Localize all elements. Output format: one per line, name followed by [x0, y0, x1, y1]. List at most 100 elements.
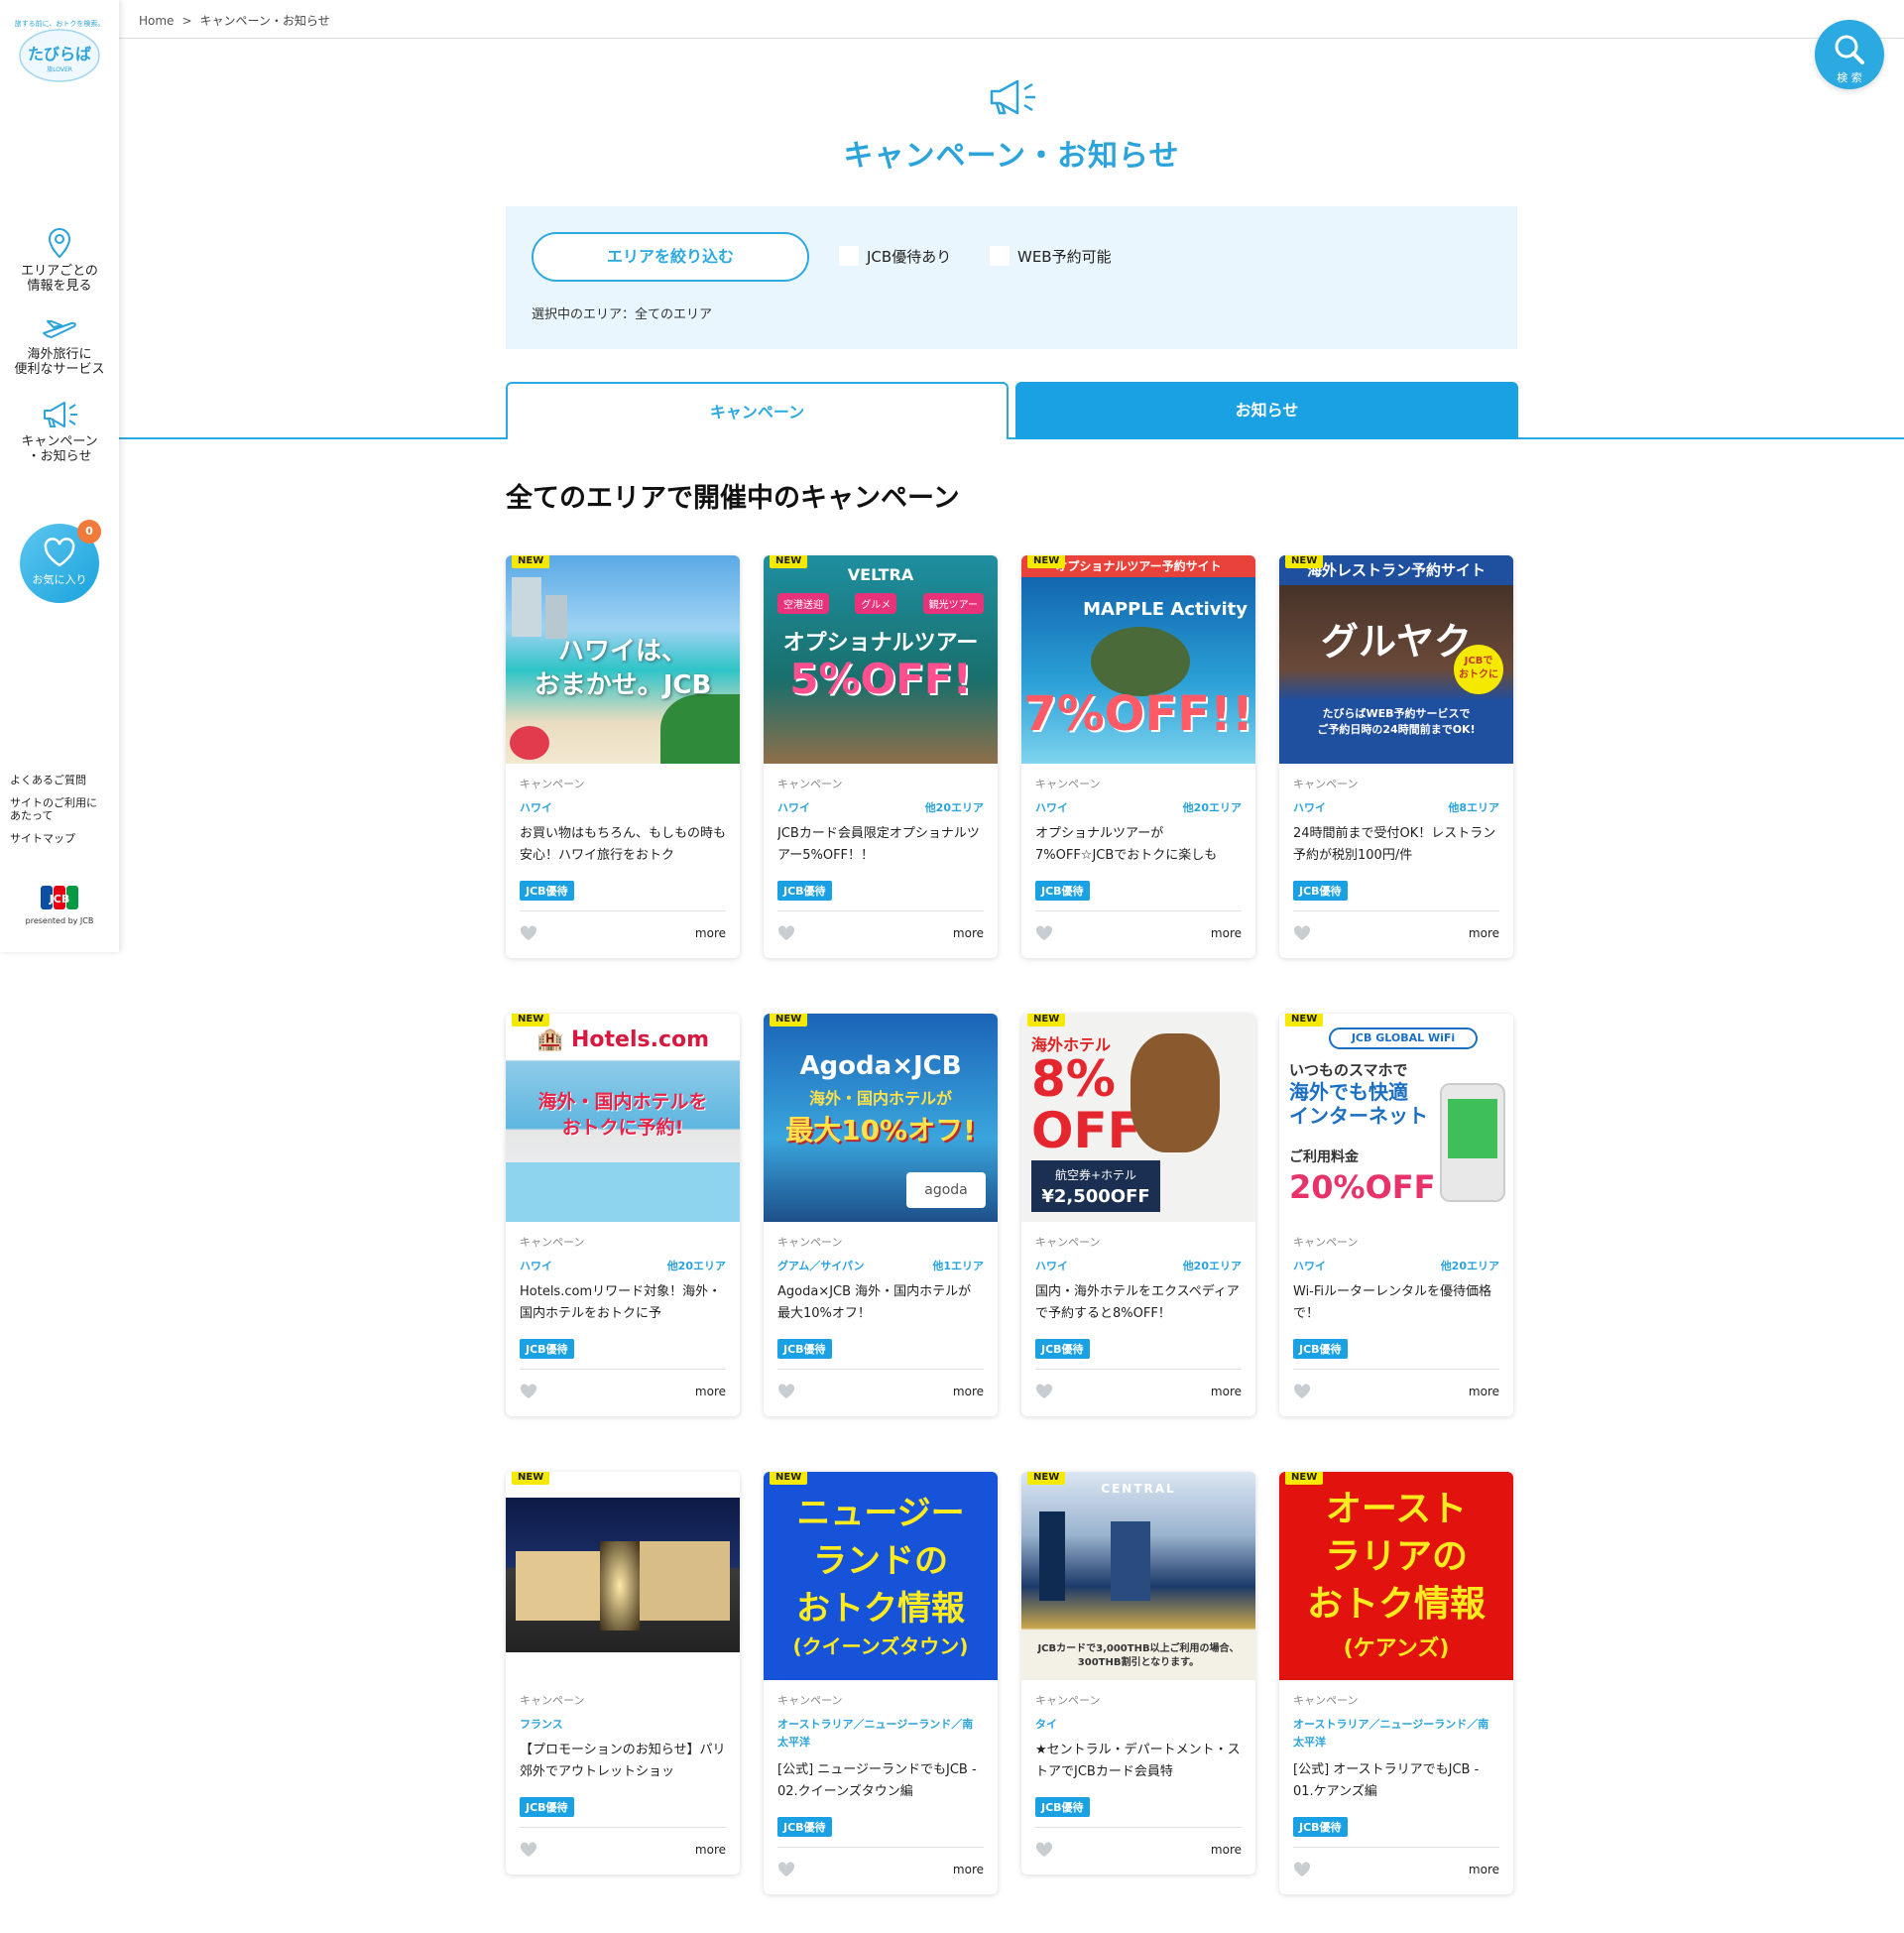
- more-link[interactable]: more: [695, 926, 726, 940]
- card-area[interactable]: タイ: [1035, 1716, 1057, 1732]
- card-description[interactable]: [公式] ニュージーランドでもJCB - 02.クイーンズタウン編: [777, 1759, 984, 1803]
- campaign-thumbnail[interactable]: 海外ホテル 8% OFF 航空券+ホテル ¥2,500OFF NEW: [1021, 1014, 1255, 1222]
- card-category: キャンペーン: [1293, 1236, 1359, 1249]
- more-link[interactable]: more: [1211, 1843, 1242, 1857]
- faq-link[interactable]: よくあるご質問: [10, 774, 109, 786]
- more-link[interactable]: more: [1469, 1863, 1499, 1876]
- card-area[interactable]: ハワイ: [1293, 799, 1326, 815]
- more-link[interactable]: more: [953, 926, 984, 940]
- favorite-heart-button[interactable]: [1035, 1842, 1053, 1862]
- campaign-thumbnail[interactable]: Agoda×JCB 海外・国内ホテルが 最大10%オフ! agoda NEW: [764, 1014, 998, 1222]
- favorite-heart-button[interactable]: [1293, 1862, 1311, 1881]
- more-link[interactable]: more: [953, 1385, 984, 1398]
- campaign-card[interactable]: 海外ホテル 8% OFF 航空券+ホテル ¥2,500OFF NEW キャンペーン ハワイ 他2…: [1021, 1014, 1255, 1416]
- campaign-thumbnail[interactable]: ニュージー ランドの おトク情報 (クイーンズタウン) NEW: [764, 1472, 998, 1680]
- heart-icon: [777, 1862, 795, 1876]
- favorite-heart-button[interactable]: [1035, 1384, 1053, 1403]
- campaign-card[interactable]: ハワイは、 おまかせ。JCB NEW キャンペーン ハワイ お買い物はもちろん、もしもの時…: [506, 555, 740, 958]
- more-link[interactable]: more: [953, 1863, 984, 1876]
- web-reservation-checkbox[interactable]: WEB予約可能: [990, 246, 1112, 267]
- campaign-thumbnail[interactable]: VELTRA 空港送迎 グルメ 観光ツアー オプショナルツアー 5%OFF! NEW: [764, 555, 998, 764]
- search-button[interactable]: 検 索: [1815, 20, 1884, 89]
- card-other-areas[interactable]: 他20エリア: [1441, 1258, 1499, 1273]
- campaign-thumbnail[interactable]: オプショナルツアー予約サイト MAPPLE Activity 7%OFF!! NEW: [1021, 555, 1255, 764]
- campaign-thumbnail[interactable]: ハワイは、 おまかせ。JCB NEW: [506, 555, 740, 764]
- card-area[interactable]: フランス: [520, 1716, 563, 1732]
- tab-news[interactable]: お知らせ: [1015, 382, 1518, 439]
- favorite-heart-button[interactable]: [520, 1384, 537, 1403]
- campaign-thumbnail[interactable]: 海外レストラン予約サイト グルヤク JCBで おトクに たびらばWEB予約サービスで ご予…: [1279, 555, 1513, 764]
- favorites-button[interactable]: お気に入り 0: [20, 520, 101, 603]
- campaign-thumbnail[interactable]: NEW: [506, 1472, 740, 1680]
- site-logo[interactable]: 旅する前に、おトクを検索。 たびらば 旅LOVER: [14, 14, 105, 85]
- card-other-areas[interactable]: 他20エリア: [667, 1258, 726, 1273]
- tab-campaign[interactable]: キャンペーン: [506, 382, 1009, 439]
- campaign-card[interactable]: 🏨 Hotels.com 海外・国内ホテルを おトクに予約! NEW キャンペーン ハワイ…: [506, 1014, 740, 1416]
- favorite-heart-button[interactable]: [1293, 925, 1311, 945]
- campaign-card[interactable]: Agoda×JCB 海外・国内ホテルが 最大10%オフ! agoda NEW キャンペーン…: [764, 1014, 998, 1416]
- jcb-benefit-checkbox[interactable]: JCB優待あり: [839, 246, 951, 267]
- campaign-card[interactable]: VELTRA 空港送迎 グルメ 観光ツアー オプショナルツアー 5%OFF! NEW キャンペ…: [764, 555, 998, 958]
- checkbox-box[interactable]: [990, 246, 1010, 266]
- card-other-areas[interactable]: 他20エリア: [1183, 1258, 1242, 1273]
- card-other-areas[interactable]: 他1エリア: [932, 1258, 984, 1273]
- checkbox-box[interactable]: [839, 246, 859, 266]
- new-badge: NEW: [1027, 555, 1066, 568]
- campaign-thumbnail[interactable]: JCB GLOBAL WiFi いつものスマホで 海外でも快適 インターネット ご利用料…: [1279, 1014, 1513, 1222]
- card-area[interactable]: ハワイ: [1035, 1258, 1068, 1273]
- favorite-heart-button[interactable]: [777, 1862, 795, 1881]
- campaign-card[interactable]: 海外レストラン予約サイト グルヤク JCBで おトクに たびらばWEB予約サービスで ご予…: [1279, 555, 1513, 958]
- campaign-thumbnail[interactable]: CENTRAL JCBカードで3,000THB以上ご利用の場合、 300THB割引と…: [1021, 1472, 1255, 1680]
- card-other-areas[interactable]: 他20エリア: [1183, 799, 1242, 815]
- breadcrumb-home[interactable]: Home: [139, 14, 174, 28]
- favorite-heart-button[interactable]: [1293, 1384, 1311, 1403]
- side-nav-area[interactable]: エリアごとの 情報を見る: [0, 226, 119, 294]
- card-other-areas[interactable]: 他20エリア: [925, 799, 984, 815]
- card-area[interactable]: ハワイ: [520, 799, 552, 815]
- more-link[interactable]: more: [695, 1385, 726, 1398]
- card-description[interactable]: ★セントラル・デパートメント・ストアでJCBカード会員特: [1035, 1740, 1242, 1783]
- favorite-heart-button[interactable]: [777, 925, 795, 945]
- card-description[interactable]: JCBカード会員限定オプショナルツアー5%OFF！！: [777, 823, 984, 867]
- sitemap-link[interactable]: サイトマップ: [10, 832, 109, 845]
- card-description[interactable]: 【プロモーションのお知らせ】パリ郊外でアウトレットショッ: [520, 1740, 726, 1783]
- more-link[interactable]: more: [1211, 926, 1242, 940]
- card-area[interactable]: オーストラリア／ニュージーランド／南太平洋: [777, 1716, 984, 1752]
- card-description[interactable]: [公式] オーストラリアでもJCB - 01.ケアンズ編: [1293, 1759, 1499, 1803]
- campaign-thumbnail[interactable]: 🏨 Hotels.com 海外・国内ホテルを おトクに予約! NEW: [506, 1014, 740, 1222]
- card-other-areas[interactable]: 他8エリア: [1448, 799, 1499, 815]
- campaign-thumbnail[interactable]: オースト ラリアの おトク情報 (ケアンズ) NEW: [1279, 1472, 1513, 1680]
- tab-underline: [119, 437, 1904, 439]
- card-description[interactable]: 国内・海外ホテルをエクスペディアで予約すると8%OFF！: [1035, 1281, 1242, 1325]
- card-area[interactable]: ハワイ: [1293, 1258, 1326, 1273]
- card-description[interactable]: Agoda×JCB 海外・国内ホテルが最大10%オフ！: [777, 1281, 984, 1325]
- more-link[interactable]: more: [1469, 926, 1499, 940]
- campaign-card[interactable]: オプショナルツアー予約サイト MAPPLE Activity 7%OFF!! NEW キ…: [1021, 555, 1255, 958]
- card-area[interactable]: ハワイ: [520, 1258, 552, 1273]
- card-description[interactable]: Wi-Fiルーターレンタルを優待価格で！: [1293, 1281, 1499, 1325]
- campaign-card[interactable]: JCB GLOBAL WiFi いつものスマホで 海外でも快適 インターネット ご利用料…: [1279, 1014, 1513, 1416]
- card-description[interactable]: 24時間前まで受付OK！レストラン予約が税別100円/件: [1293, 823, 1499, 867]
- area-filter-button[interactable]: エリアを絞り込む: [532, 232, 809, 282]
- card-area[interactable]: ハワイ: [777, 799, 810, 815]
- side-nav-services[interactable]: 海外旅行に 便利なサービス: [0, 315, 119, 377]
- campaign-card[interactable]: オースト ラリアの おトク情報 (ケアンズ) NEW キャンペーン オーストラリア／ニュージ…: [1279, 1472, 1513, 1894]
- campaign-card[interactable]: NEW キャンペーン フランス 【プロモーションのお知らせ】パリ郊外でアウトレットショ…: [506, 1472, 740, 1874]
- favorite-heart-button[interactable]: [520, 1842, 537, 1862]
- card-description[interactable]: オプショナルツアーが7%OFF☆JCBでおトクに楽しも: [1035, 823, 1242, 867]
- favorite-heart-button[interactable]: [1035, 925, 1053, 945]
- side-nav-campaign[interactable]: キャンペーン ・お知らせ: [0, 399, 119, 464]
- more-link[interactable]: more: [695, 1843, 726, 1857]
- card-area[interactable]: オーストラリア／ニュージーランド／南太平洋: [1293, 1716, 1499, 1752]
- more-link[interactable]: more: [1469, 1385, 1499, 1398]
- more-link[interactable]: more: [1211, 1385, 1242, 1398]
- card-area[interactable]: ハワイ: [1035, 799, 1068, 815]
- favorite-heart-button[interactable]: [520, 925, 537, 945]
- site-usage-link[interactable]: サイトのご利用に あたって: [10, 796, 109, 822]
- campaign-card[interactable]: ニュージー ランドの おトク情報 (クイーンズタウン) NEW キャンペーン オーストラリア…: [764, 1472, 998, 1894]
- card-description[interactable]: Hotels.comリワード対象！海外・国内ホテルをおトクに予: [520, 1281, 726, 1325]
- campaign-card[interactable]: CENTRAL JCBカードで3,000THB以上ご利用の場合、 300THB割引と…: [1021, 1472, 1255, 1874]
- card-description[interactable]: お買い物はもちろん、もしもの時も安心！ハワイ旅行をおトク: [520, 823, 726, 867]
- card-area[interactable]: グアム／サイパン: [777, 1258, 865, 1273]
- favorite-heart-button[interactable]: [777, 1384, 795, 1403]
